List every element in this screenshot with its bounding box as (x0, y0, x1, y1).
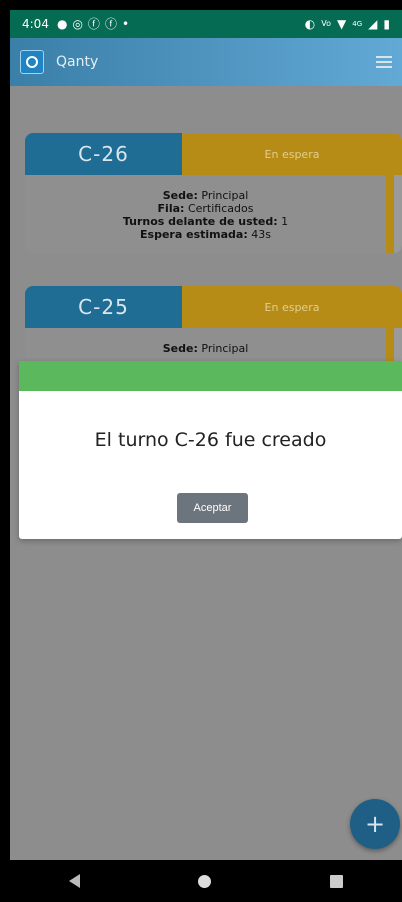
status-time: 4:04 (22, 17, 49, 31)
volte-icon: Vo (321, 19, 332, 28)
app-logo-icon (20, 50, 44, 74)
4g-icon: 4G (352, 19, 363, 28)
ticket-code: C-25 (25, 286, 182, 328)
ticket-details: Sede: Principal Fila: Certificados Turno… (25, 175, 394, 253)
signal-icon: ◢ (368, 17, 378, 31)
sede-label: Sede: (162, 189, 198, 202)
turnos-value: 1 (281, 215, 289, 228)
sede-label: Sede: (162, 342, 198, 355)
espera-value: 43s (251, 228, 271, 241)
app-title: Qanty (56, 54, 99, 70)
ticket-status: En espera (182, 133, 402, 175)
accept-button[interactable]: Aceptar (177, 493, 248, 523)
dialog-header-bar (19, 361, 402, 391)
status-bar: 4:04 ● ◎ ⓕ ⓕ • ◐ Vo ▼ 4G ◢ ▮ (10, 10, 402, 38)
menu-icon[interactable] (376, 56, 392, 68)
app-bar: Qanty (10, 38, 402, 86)
whatsapp-icon: ◎ (72, 17, 83, 31)
dialog-message: El turno C-26 fue creado (94, 429, 327, 451)
wifi-icon: ▼ (337, 17, 347, 31)
add-ticket-button[interactable]: + (350, 799, 400, 849)
ticket-card[interactable]: C-26 En espera Sede: Principal Fila: Cer… (25, 133, 402, 253)
espera-label: Espera estimada: (140, 228, 248, 241)
vibrate-icon: ◐ (304, 17, 316, 31)
back-icon[interactable] (69, 874, 81, 888)
confirmation-dialog: El turno C-26 fue creado Aceptar (19, 361, 402, 539)
ticket-code: C-26 (25, 133, 182, 175)
plus-icon: + (364, 810, 386, 838)
navigation-bar (10, 860, 402, 902)
battery-icon: ▮ (383, 17, 390, 31)
home-icon[interactable] (198, 874, 212, 888)
ticket-status: En espera (182, 286, 402, 328)
dot-icon: • (121, 17, 130, 31)
recent-apps-icon[interactable] (329, 874, 343, 888)
turnos-label: Turnos delante de usted: (122, 215, 278, 228)
sede-value: Principal (201, 189, 249, 202)
facebook-icon: ⓕ (87, 17, 100, 31)
chat-icon: ● (56, 17, 68, 31)
sede-value: Principal (201, 342, 249, 355)
fila-value: Certificados (187, 202, 254, 215)
facebook-icon: ⓕ (104, 17, 117, 31)
fila-label: Fila: (157, 202, 185, 215)
